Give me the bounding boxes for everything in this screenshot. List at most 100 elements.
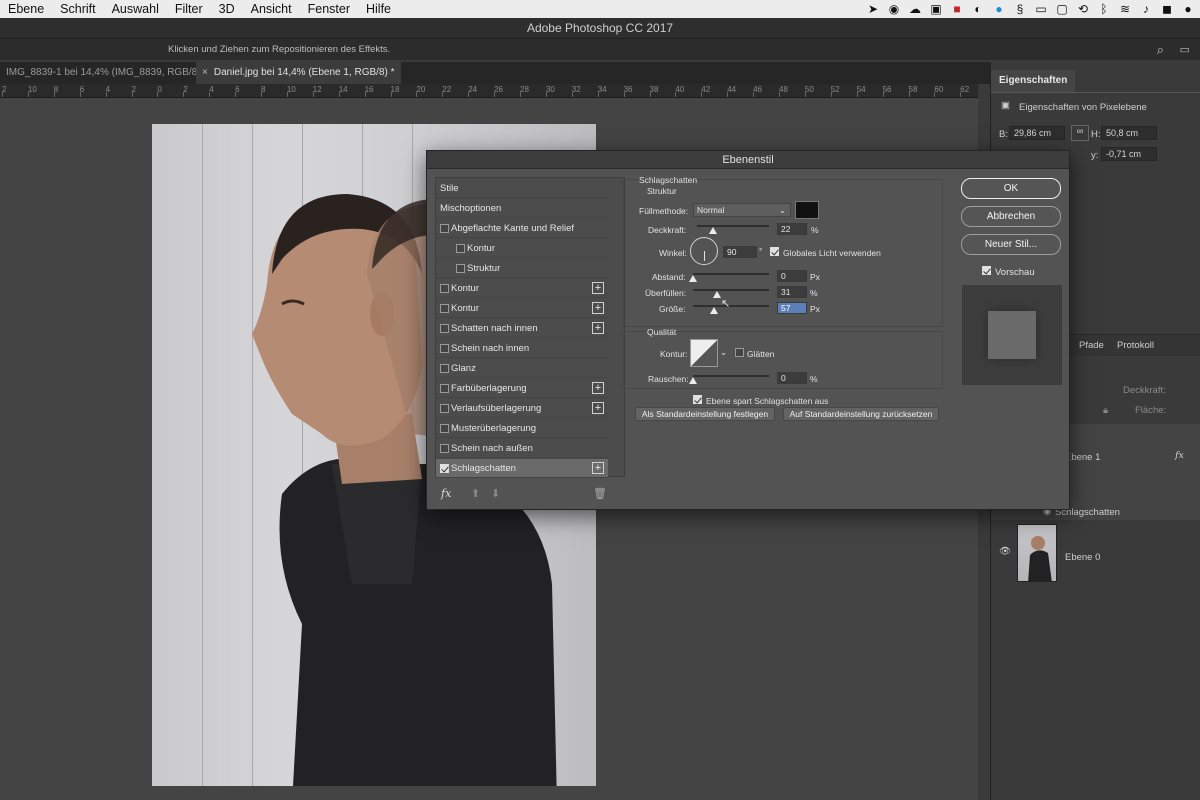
add-style-icon[interactable]: + — [592, 402, 604, 414]
tab-img-8839[interactable]: IMG_8839-1 bei 14,4% (IMG_8839, RGB/8) * — [0, 62, 213, 84]
style-item[interactable]: Schein nach außen — [436, 439, 608, 458]
cloud-icon[interactable]: ☁ — [909, 2, 921, 16]
display-icon[interactable]: ▢ — [1056, 2, 1068, 16]
cancel-button[interactable]: Abbrechen — [961, 206, 1061, 227]
flag-icon[interactable]: ◼ — [1161, 2, 1173, 16]
layer-row-ebene-0[interactable]: 👁︎ Ebene 0 — [991, 520, 1200, 586]
style-item[interactable]: Farbüberlagerung + — [436, 379, 608, 398]
ok-button[interactable]: OK — [961, 178, 1061, 199]
opacity-slider-handle[interactable] — [708, 227, 717, 234]
move-up-icon[interactable]: ⬆ — [471, 487, 480, 500]
menu-3d[interactable]: 3D — [211, 2, 243, 16]
style-item[interactable]: Kontur + — [436, 279, 608, 298]
style-item[interactable]: Kontur + — [436, 299, 608, 318]
style-item[interactable]: Musterüberlagerung — [436, 419, 608, 438]
menu-hilfe[interactable]: Hilfe — [358, 2, 399, 16]
blend-mode-select[interactable]: Normal ⌄ — [693, 203, 791, 217]
style-item-checkbox[interactable] — [440, 444, 449, 453]
add-style-icon[interactable]: + — [592, 382, 604, 394]
link-icon[interactable]: ∞ — [1071, 125, 1089, 141]
noise-slider-handle[interactable] — [689, 377, 697, 384]
knockout-checkbox[interactable] — [693, 395, 702, 404]
style-item[interactable]: Glanz — [436, 359, 608, 378]
reset-default-button[interactable]: Auf Standardeinstellung zurücksetzen — [783, 407, 939, 421]
distance-slider-handle[interactable] — [689, 275, 697, 282]
style-item-checkbox[interactable] — [440, 384, 449, 393]
noise-input[interactable]: 0 — [777, 372, 807, 384]
user-icon[interactable]: ● — [1182, 2, 1194, 16]
add-style-icon[interactable]: + — [592, 302, 604, 314]
size-slider-handle[interactable] — [710, 307, 719, 314]
style-item[interactable]: Verlaufsüberlagerung + — [436, 399, 608, 418]
tab-pfade[interactable]: Pfade — [1079, 340, 1104, 351]
new-style-button[interactable]: Neuer Stil... — [961, 234, 1061, 255]
y-field[interactable]: -0,71 cm — [1101, 147, 1157, 161]
contour-picker[interactable] — [690, 339, 718, 367]
close-icon[interactable]: × — [202, 67, 208, 78]
menu-fenster[interactable]: Fenster — [300, 2, 358, 16]
style-item-checkbox[interactable] — [440, 324, 449, 333]
style-item[interactable]: Struktur — [436, 259, 608, 278]
keyboard-icon[interactable]: ▭ — [1035, 2, 1047, 16]
menu-auswahl[interactable]: Auswahl — [104, 2, 167, 16]
style-item-checkbox[interactable] — [440, 224, 449, 233]
style-item-checkbox[interactable] — [440, 344, 449, 353]
workspace-icon[interactable]: ▭ — [1180, 39, 1190, 61]
spread-input[interactable]: 31 — [777, 286, 807, 298]
style-item[interactable]: Schein nach innen — [436, 339, 608, 358]
width-field[interactable]: 29,86 cm — [1009, 126, 1065, 140]
add-style-icon[interactable]: + — [592, 282, 604, 294]
search-icon[interactable]: ⌕ — [1157, 39, 1164, 61]
size-input[interactable]: 57 — [777, 302, 807, 314]
style-item-checkbox[interactable] — [440, 464, 449, 473]
menu-filter[interactable]: Filter — [167, 2, 211, 16]
spread-slider[interactable] — [693, 289, 769, 291]
style-item-checkbox[interactable] — [456, 244, 465, 253]
script-icon[interactable]: § — [1014, 2, 1026, 16]
lock-icon[interactable]: 🔒︎ — [1103, 405, 1108, 416]
style-item[interactable]: Stile — [436, 179, 608, 198]
move-down-icon[interactable]: ⬇ — [491, 487, 500, 500]
tab-daniel[interactable]: × Daniel.jpg bei 14,4% (Ebene 1, RGB/8) * — [196, 62, 401, 84]
fx-icon[interactable]: fx — [441, 487, 451, 500]
style-item[interactable]: Abgeflachte Kante und Relief — [436, 219, 608, 238]
record-icon[interactable]: ◉ — [888, 2, 900, 16]
angle-input[interactable]: 90 — [723, 246, 757, 258]
style-item-checkbox[interactable] — [440, 304, 449, 313]
distance-slider[interactable] — [693, 273, 769, 275]
menu-schrift[interactable]: Schrift — [52, 2, 103, 16]
shadow-color-swatch[interactable] — [795, 201, 819, 219]
wifi-icon[interactable]: ≋ — [1119, 2, 1131, 16]
global-light-checkbox[interactable] — [770, 247, 779, 256]
angle-dial[interactable] — [690, 237, 718, 265]
menu-ansicht[interactable]: Ansicht — [243, 2, 300, 16]
antialias-checkbox[interactable] — [735, 348, 744, 357]
add-style-icon[interactable]: + — [592, 462, 604, 474]
style-item-checkbox[interactable] — [440, 284, 449, 293]
spread-slider-handle[interactable] — [712, 291, 721, 298]
trash-icon[interactable]: 🗑︎ — [593, 487, 607, 500]
make-default-button[interactable]: Als Standardeinstellung festlegen — [635, 407, 775, 421]
time-machine-icon[interactable]: ⟲ — [1077, 2, 1089, 16]
noise-slider[interactable] — [693, 375, 769, 377]
style-item-checkbox[interactable] — [440, 404, 449, 413]
opacity-slider[interactable] — [697, 225, 769, 227]
menu-ebene[interactable]: Ebene — [0, 2, 52, 16]
style-item-checkbox[interactable] — [440, 424, 449, 433]
location-icon[interactable]: ➤ — [867, 2, 879, 16]
chevron-down-icon[interactable]: ⌄ — [720, 347, 727, 358]
fx-icon[interactable]: fx — [1175, 450, 1184, 461]
tab-eigenschaften[interactable]: Eigenschaften — [991, 70, 1076, 92]
camera-icon[interactable]: ▣ — [930, 2, 942, 16]
style-item[interactable]: Mischoptionen — [436, 199, 608, 218]
bluetooth-icon[interactable]: ᛒ — [1098, 2, 1110, 16]
preview-checkbox[interactable] — [982, 266, 991, 275]
skype-icon[interactable]: ● — [993, 2, 1005, 16]
style-item[interactable]: Kontur — [436, 239, 608, 258]
size-slider[interactable] — [693, 305, 769, 307]
style-item-checkbox[interactable] — [456, 264, 465, 273]
add-style-icon[interactable]: + — [592, 322, 604, 334]
style-item-checkbox[interactable] — [440, 364, 449, 373]
distance-input[interactable]: 0 — [777, 270, 807, 282]
style-item[interactable]: Schlagschatten + — [436, 459, 608, 478]
